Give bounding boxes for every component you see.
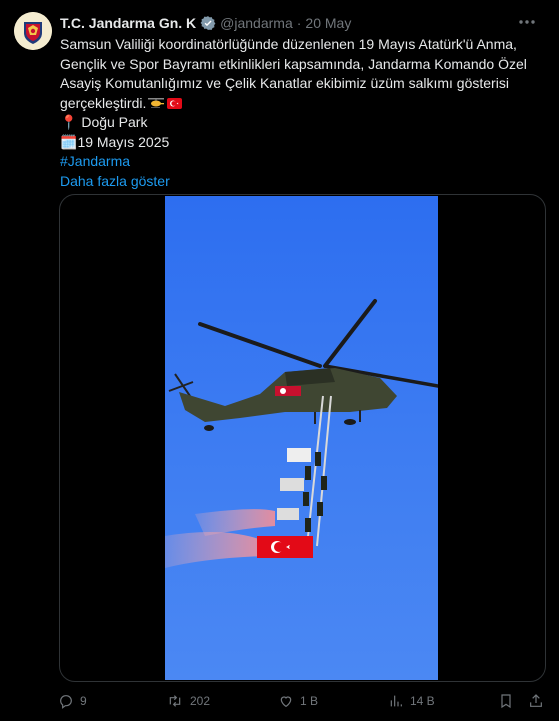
- post-line: Gençlik ve Spor Bayramı etkinlikleri kap…: [60, 55, 527, 72]
- like-button[interactable]: 1 B: [278, 690, 318, 712]
- pin-icon: 📍: [60, 114, 78, 130]
- hashtag-link[interactable]: #Jandarma: [60, 152, 544, 172]
- heart-icon: [280, 696, 292, 708]
- tweet: T.C. Jandarma Gn. K @jandarma · 20 May S…: [0, 0, 559, 721]
- reply-button[interactable]: 9: [58, 690, 87, 712]
- action-bar: 9 202 1 B 14 B: [58, 690, 542, 712]
- bookmark-button[interactable]: [498, 690, 514, 712]
- bookmark-icon: [501, 694, 511, 709]
- repost-button[interactable]: 202: [166, 690, 210, 712]
- date-text: 19 Mayıs 2025: [77, 133, 170, 150]
- views-icon: [390, 695, 402, 707]
- share-button[interactable]: [528, 690, 544, 712]
- tweet-header: T.C. Jandarma Gn. K @jandarma · 20 May: [60, 13, 519, 33]
- repost-count: 202: [190, 694, 211, 708]
- views-button[interactable]: 14 B: [388, 690, 435, 712]
- turkish-flag-icon: [167, 97, 183, 109]
- more-options-icon[interactable]: [517, 14, 537, 30]
- helicopter-scene-image: [165, 299, 440, 568]
- author-handle[interactable]: @jandarma: [220, 15, 293, 31]
- verified-badge-icon: [200, 16, 216, 30]
- video-player[interactable]: [59, 194, 546, 682]
- date-line: 🗓️19 Mayıs 2025: [60, 133, 544, 153]
- avatar[interactable]: [14, 12, 52, 50]
- reply-icon: [60, 695, 72, 709]
- show-more-link[interactable]: Daha fazla göster: [60, 172, 544, 192]
- repost-icon: [169, 695, 181, 707]
- post-text: Samsun Valiliği koordinatörlüğünde düzen…: [60, 35, 544, 191]
- calendar-icon: 🗓️: [60, 133, 78, 150]
- location-line: 📍 Doğu Park: [60, 113, 544, 133]
- video-frame[interactable]: [165, 196, 440, 680]
- post-line: Samsun Valiliği koordinatörlüğünde düzen…: [60, 36, 517, 52]
- share-icon: [530, 694, 542, 707]
- like-count: 1 B: [300, 694, 319, 708]
- post-date[interactable]: 20 May: [305, 15, 351, 31]
- location-text: Doğu Park: [81, 114, 148, 130]
- post-line: gerçekleştirdi.: [60, 94, 147, 111]
- post-line-last: gerçekleştirdi.: [60, 94, 544, 114]
- author-name[interactable]: T.C. Jandarma Gn. K: [60, 15, 196, 31]
- post-line: Asayiş Komutanlığımız ve Çelik Kanatlar …: [60, 75, 509, 91]
- helicopter-icon: [148, 97, 165, 108]
- dot-separator: ·: [296, 15, 302, 31]
- reply-count: 9: [80, 694, 87, 708]
- views-count: 14 B: [410, 694, 435, 708]
- jandarma-emblem-icon: [14, 12, 52, 50]
